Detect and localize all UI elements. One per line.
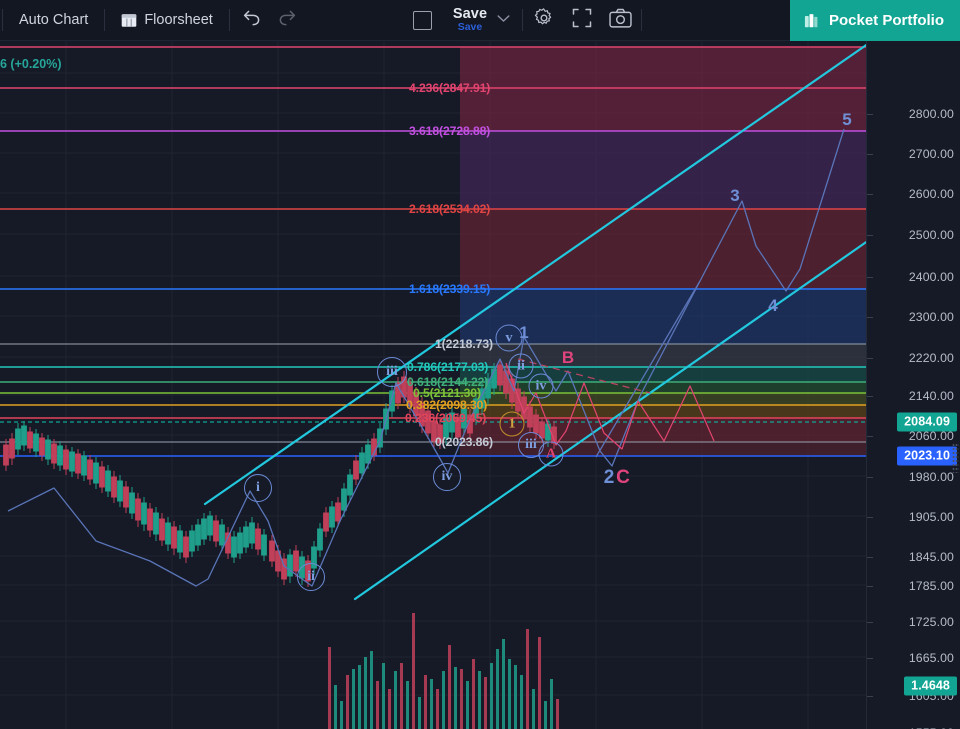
fib-label-1[interactable]: 1(2218.73): [435, 337, 493, 351]
fib-label-4236[interactable]: 4.236(2847.91): [409, 81, 490, 95]
fib-label-0786[interactable]: 0.786(2177.03): [407, 360, 488, 374]
pocket-portfolio-label: Pocket Portfolio: [828, 11, 944, 29]
selected-price-badge[interactable]: 2023.10: [897, 446, 957, 466]
rectangle-tool-icon: [413, 10, 433, 30]
wave-label-i[interactable]: i: [244, 474, 272, 502]
wave-label-c[interactable]: C: [616, 467, 630, 489]
fib-label-0236[interactable]: 0.236(2069.45): [405, 411, 486, 425]
wave-label-iv-2[interactable]: iv: [528, 373, 554, 399]
trading-chart-app: Auto Chart Floorsheet Save Save Pocket P…: [0, 0, 960, 729]
redo-arrow-icon: [278, 8, 299, 32]
wave-label-iii[interactable]: iii: [377, 357, 407, 387]
rectangle-tool-button[interactable]: [403, 0, 443, 41]
gear-icon: [533, 7, 555, 34]
toolbar-divider: [641, 9, 643, 31]
chevron-down-icon: [497, 14, 510, 26]
price-tick: 2600.00: [908, 187, 954, 201]
snapshot-button[interactable]: [601, 0, 639, 41]
quote-change-label: 6 (+0.20%): [0, 57, 62, 71]
toolbar-divider: [104, 9, 106, 31]
price-tick: 2140.00: [908, 389, 954, 403]
floorsheet-label: Floorsheet: [144, 12, 213, 28]
price-tick: 1980.00: [908, 470, 954, 484]
fib-label-1618[interactable]: 1.618(2339.15): [409, 282, 490, 296]
redo-button[interactable]: [270, 0, 308, 41]
price-tick: 2700.00: [908, 147, 954, 161]
wave-label-2[interactable]: 2: [604, 467, 615, 489]
price-scale[interactable]: 2800.00 2700.00 2600.00 2500.00 2400.00 …: [866, 41, 960, 729]
wave-label-1-circled[interactable]: 1: [499, 411, 525, 437]
chart-canvas-area[interactable]: 6 (+0.20%) 4.236(2847.91) 3.618(2728.88)…: [0, 41, 960, 729]
price-tick: 1725.00: [908, 615, 954, 629]
price-scale-grip[interactable]: [952, 443, 959, 473]
fullscreen-button[interactable]: [563, 0, 601, 41]
save-dropdown-button[interactable]: [493, 0, 520, 41]
wave-label-a[interactable]: A: [538, 441, 564, 467]
last-price-badge[interactable]: 2084.09: [897, 412, 957, 432]
price-tick: 2400.00: [908, 270, 954, 284]
price-tick: 1905.00: [908, 510, 954, 524]
wave-label-ii-2[interactable]: ii: [508, 353, 534, 379]
save-button[interactable]: Save Save: [443, 0, 493, 41]
toolbar-divider: [2, 9, 3, 31]
fib-label-0382[interactable]: 0.382(2098.30): [406, 398, 487, 412]
save-sub-label: Save: [457, 20, 483, 33]
price-tick: 2300.00: [908, 310, 954, 324]
wave-label-3[interactable]: 3: [730, 186, 739, 206]
undo-button[interactable]: [232, 0, 270, 41]
price-tick: 1845.00: [908, 550, 954, 564]
wave-label-iv[interactable]: iv: [433, 463, 461, 491]
volume-value-badge[interactable]: 1.4648: [904, 676, 957, 696]
price-tick: 1785.00: [908, 579, 954, 593]
floorsheet-button[interactable]: Floorsheet: [107, 0, 227, 41]
chart-toolbar: Auto Chart Floorsheet Save Save Pocket P…: [0, 0, 960, 41]
pocket-portfolio-button[interactable]: Pocket Portfolio: [789, 0, 960, 41]
wave-label-b[interactable]: B: [562, 348, 574, 368]
fib-label-0[interactable]: 0(2023.86): [435, 435, 493, 449]
settings-button[interactable]: [525, 0, 563, 41]
toolbar-divider: [522, 9, 524, 31]
auto-chart-label: Auto Chart: [19, 12, 89, 28]
auto-chart-button[interactable]: Auto Chart: [5, 0, 102, 41]
undo-arrow-icon: [240, 8, 261, 32]
camera-icon: [608, 8, 632, 33]
price-tick: 1665.00: [908, 651, 954, 665]
briefcase-icon: [804, 12, 821, 29]
fib-label-2618[interactable]: 2.618(2534.02): [409, 202, 490, 216]
fullscreen-icon: [572, 8, 592, 33]
wave-label-4[interactable]: 4: [768, 296, 777, 316]
price-tick: 2220.00: [908, 351, 954, 365]
price-tick: 2800.00: [908, 107, 954, 121]
toolbar-divider: [228, 9, 230, 31]
price-tick: 2500.00: [908, 228, 954, 242]
fib-label-3618[interactable]: 3.618(2728.88): [409, 124, 490, 138]
wave-label-5[interactable]: 5: [842, 110, 851, 130]
wave-label-ii[interactable]: ii: [297, 563, 325, 591]
volume-histogram: [328, 613, 559, 729]
wave-label-1[interactable]: 1: [519, 323, 528, 343]
table-icon: [121, 13, 137, 28]
